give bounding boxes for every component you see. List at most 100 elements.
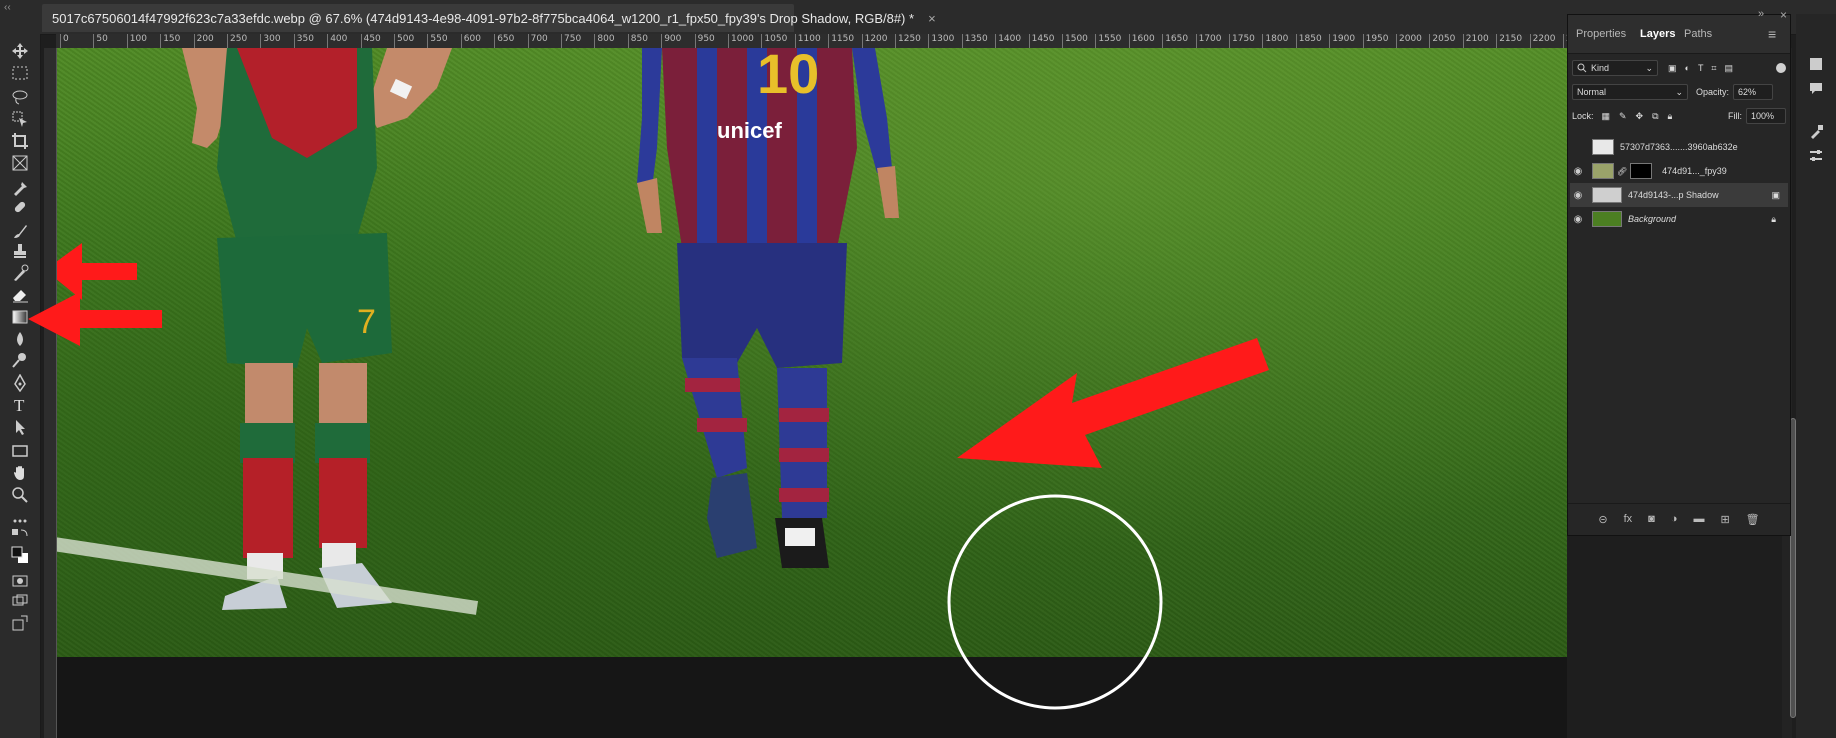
eye-icon[interactable]: ◉ <box>1570 166 1586 177</box>
tab-paths[interactable]: Paths <box>1684 15 1712 53</box>
fill-label: Fill: <box>1728 111 1742 121</box>
layer-row-2[interactable]: ◉ 474d9143-...p Shadow ▣ <box>1570 183 1788 207</box>
panel-menu-icon[interactable]: ≡ <box>1768 15 1776 53</box>
rectangle-tool-icon[interactable] <box>8 440 32 462</box>
crop-tool-icon[interactable] <box>8 130 32 152</box>
ruler-tick-label: 50 <box>93 34 108 48</box>
adjustments-icon[interactable] <box>1808 148 1824 164</box>
hand-tool-icon[interactable] <box>8 462 32 484</box>
clone-stamp-tool-icon[interactable] <box>8 240 32 262</box>
document-tab[interactable]: 5017c67506014f47992f623c7a33efdc.webp @ … <box>42 4 936 32</box>
layer-name: Background <box>1628 214 1677 224</box>
layer-thumbnail <box>1592 163 1614 179</box>
fill-value: 100% <box>1751 111 1775 121</box>
ruler-tick-label: 1700 <box>1195 34 1222 48</box>
canvas-image: 7 10 unicef <box>57 48 1269 615</box>
ruler-tick-label: 1350 <box>961 34 988 48</box>
ruler-tick-label: 1550 <box>1095 34 1121 48</box>
eye-icon[interactable]: ◉ <box>1570 214 1586 225</box>
folder-icon[interactable]: ▬ <box>1693 513 1704 525</box>
lock-icon: 🔒︎ <box>1771 213 1776 224</box>
document-canvas[interactable]: 7 10 unicef <box>57 48 1567 657</box>
opacity-input[interactable]: 62% <box>1733 84 1774 100</box>
ruler-tick-label: 750 <box>561 34 581 48</box>
fill-input[interactable]: 100% <box>1746 108 1786 124</box>
filter-kind-select[interactable]: Kind ⌄ <box>1572 60 1658 76</box>
pen-tool-icon[interactable] <box>8 372 32 394</box>
opacity-label: Opacity: <box>1696 87 1730 97</box>
brush-settings-icon[interactable] <box>1808 124 1824 140</box>
path-selection-tool-icon[interactable] <box>8 416 32 438</box>
comment-icon[interactable] <box>1808 80 1824 96</box>
expand-arrows-icon[interactable]: ‹‹ <box>4 2 11 13</box>
filter-type-icons[interactable]: ▣◐T⌗▤ <box>1668 63 1741 74</box>
ruler-tick-label: 950 <box>694 34 715 48</box>
tab-properties[interactable]: Properties <box>1576 15 1626 53</box>
layer-row-1[interactable]: ◉ 🔗︎ 474d91..._fpy39 <box>1570 159 1788 183</box>
blend-mode-select[interactable]: Normal ⌄ <box>1572 84 1688 100</box>
eyedropper-tool-icon[interactable] <box>8 176 32 198</box>
ruler-tick-label: 800 <box>594 34 615 48</box>
panel-collapse-icon[interactable]: » <box>1758 8 1764 20</box>
ruler-tick-label: 2100 <box>1462 34 1489 48</box>
title-bar: ‹‹ 5017c67506014f47992f623c7a33efdc.webp… <box>0 0 1836 35</box>
ruler-tick-label: 0 <box>60 34 69 48</box>
share-icon[interactable] <box>8 612 32 634</box>
layer-filter-row: Kind ⌄ ▣◐T⌗▤ <box>1572 57 1786 79</box>
ruler-tick-label: 300 <box>260 34 281 48</box>
ruler-tick-label: 700 <box>527 34 548 48</box>
marquee-tool-icon[interactable] <box>8 62 32 84</box>
ruler-tick-label: 2000 <box>1396 34 1422 48</box>
layer-row-0[interactable]: 57307d7363.......3960ab632e <box>1570 135 1788 159</box>
zoom-tool-icon[interactable] <box>8 484 32 506</box>
move-tool-icon[interactable] <box>8 40 32 62</box>
svg-text:10: 10 <box>757 48 819 105</box>
lock-icons[interactable]: ▦✎✥⧉🔒︎ <box>1602 111 1682 122</box>
layer-row-3[interactable]: ◉ Background 🔒︎ <box>1570 207 1788 231</box>
brush-tool-icon[interactable] <box>8 220 32 242</box>
type-tool-icon[interactable]: T <box>8 394 32 416</box>
lasso-tool-icon[interactable] <box>8 86 32 108</box>
blend-row: Normal ⌄ Opacity: 62% <box>1572 81 1786 103</box>
ruler-tick-label: 1800 <box>1262 34 1288 48</box>
horizontal-ruler: 0 50 100 150 200 250 300 350 400 450 500 550 600 650 7… <box>56 34 1567 49</box>
fx-icon[interactable]: fx <box>1624 513 1633 525</box>
panel-close-icon[interactable]: × <box>1780 8 1787 22</box>
adjustment-icon[interactable]: ◑ <box>1671 513 1678 525</box>
frame-tool-icon[interactable] <box>8 152 32 174</box>
history-brush-tool-icon[interactable] <box>8 262 32 284</box>
trash-icon[interactable]: 🗑︎ <box>1746 513 1760 526</box>
ruler-tick-label: 250 <box>227 34 247 48</box>
learn-icon[interactable] <box>1808 56 1824 72</box>
search-icon <box>1577 63 1587 73</box>
dodge-tool-icon[interactable] <box>8 349 32 371</box>
ruler-tick-label: 600 <box>460 34 481 48</box>
mask-icon[interactable]: ◙ <box>1648 513 1655 525</box>
svg-text:T: T <box>14 396 25 414</box>
svg-text:unicef: unicef <box>717 118 782 143</box>
tab-layers[interactable]: Layers <box>1640 15 1675 53</box>
quick-mask-icon[interactable] <box>8 570 32 592</box>
screen-mode-icon[interactable] <box>8 590 32 612</box>
ruler-tick-label: 1500 <box>1062 34 1088 48</box>
ruler-tick-label: 500 <box>394 34 414 48</box>
link-icon[interactable]: ⊝ <box>1598 513 1607 526</box>
ruler-tick-label: 1000 <box>728 34 754 48</box>
new-layer-icon[interactable]: ⊞ <box>1720 513 1729 526</box>
ruler-tick-label: 150 <box>160 34 180 48</box>
close-tab-icon[interactable]: × <box>928 11 936 26</box>
object-selection-tool-icon[interactable] <box>8 108 32 130</box>
tools-panel: T <box>0 34 41 738</box>
healing-brush-tool-icon[interactable] <box>8 196 32 218</box>
layer-thumbnail <box>1592 139 1614 155</box>
ruler-tick-label: 1300 <box>928 34 954 48</box>
ruler-tick-label: 100 <box>126 34 147 48</box>
filter-kind-label: Kind <box>1591 63 1610 73</box>
foreground-background-icon[interactable] <box>8 544 32 566</box>
right-red-arrow <box>957 338 1269 468</box>
filter-toggle[interactable] <box>1776 63 1786 73</box>
eye-icon[interactable]: ◉ <box>1570 190 1586 201</box>
ruler-tick-label: 1450 <box>1028 34 1055 48</box>
link-icon: 🔗︎ <box>1617 166 1628 176</box>
panel-tab-bar: Properties Layers Paths ≡ <box>1568 15 1790 54</box>
